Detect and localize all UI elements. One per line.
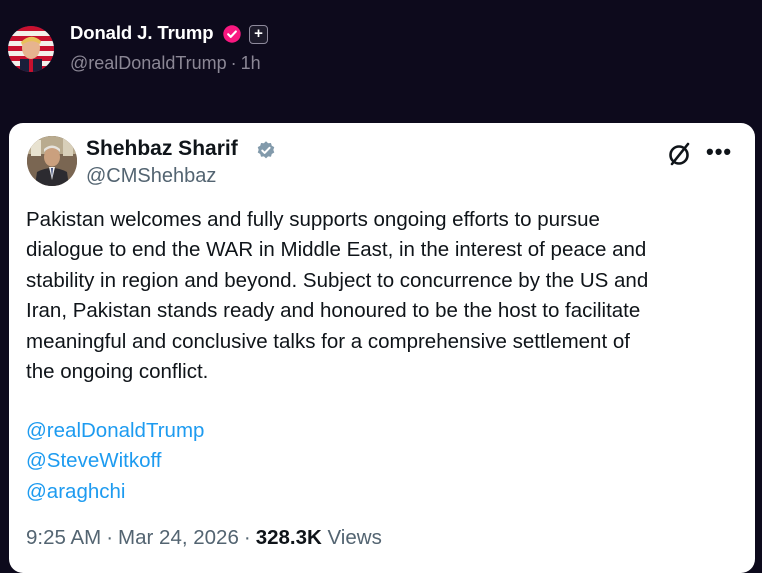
views-label: Views <box>327 526 382 549</box>
tweet-body-line: Pakistan welcomes and fully supports ong… <box>26 208 600 231</box>
tweet-meta: 9:25 AM · Mar 24, 2026 · 328.3K Views <box>26 526 382 550</box>
tweet-body-line: meaningful and conclusive talks for a co… <box>26 329 630 353</box>
quoted-author-handle[interactable]: @CMShehbaz <box>86 165 216 188</box>
tweet-body-line: the ongoing conflict. <box>26 360 209 384</box>
quoted-author-avatar[interactable] <box>27 136 77 186</box>
mention-link-stevewitkoff[interactable]: @SteveWitkoff <box>26 446 204 476</box>
tweet-body-line: dialogue to end the WAR in Middle East, … <box>26 238 647 262</box>
mention-link-realdonaldtrump[interactable]: @realDonaldTrump <box>26 416 204 446</box>
verified-badge-icon <box>223 25 241 43</box>
grok-icon[interactable] <box>666 140 694 168</box>
more-options-icon[interactable]: ••• <box>706 141 734 165</box>
author-display-name[interactable]: Donald J. Trump <box>70 22 214 44</box>
tweet-time[interactable]: 9:25 AM <box>26 526 101 549</box>
verified-badge-icon <box>257 141 275 159</box>
quoted-author-display-name[interactable]: Shehbaz Sharif <box>86 137 238 161</box>
quoted-tweet-card[interactable]: Shehbaz Sharif @CMShehbaz ••• Pakistan w… <box>9 123 755 573</box>
views-count[interactable]: 328.3K <box>256 526 322 549</box>
author-avatar[interactable] <box>8 26 54 72</box>
author-handle[interactable]: @realDonaldTrump <box>70 53 227 73</box>
tweet-body-line: Iran, Pakistan stands ready and honoured… <box>26 299 641 323</box>
meta-separator: · <box>106 526 114 549</box>
tweet-date[interactable]: Mar 24, 2026 <box>118 526 239 549</box>
post-header: Donald J. Trump + @realDonaldTrump · 1h <box>0 0 762 100</box>
meta-separator: · <box>243 526 251 549</box>
meta-separator: · <box>230 53 237 73</box>
portrait-image <box>27 136 77 186</box>
mention-link-araghchi[interactable]: @araghchi <box>26 477 204 507</box>
plus-icon[interactable]: + <box>249 25 268 44</box>
author-meta: @realDonaldTrump · 1h <box>70 53 261 74</box>
tweet-body-line: stability in region and beyond. Subject … <box>26 268 649 292</box>
mention-list: @realDonaldTrump @SteveWitkoff @araghchi <box>26 416 204 507</box>
post-time-ago[interactable]: 1h <box>241 53 261 73</box>
flag-portrait-image <box>8 26 54 72</box>
tweet-body: Pakistan welcomes and fully supports ong… <box>26 205 741 387</box>
